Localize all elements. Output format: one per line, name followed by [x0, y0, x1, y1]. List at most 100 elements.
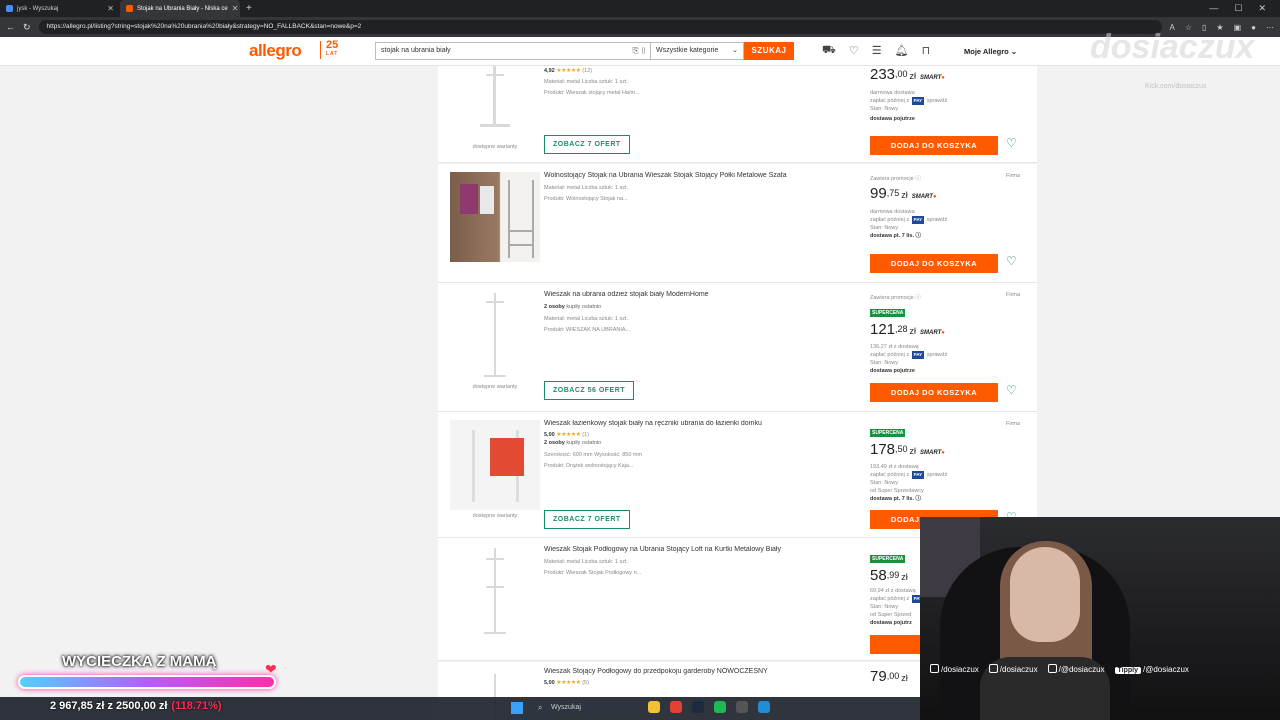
windows-start-icon[interactable]	[511, 702, 523, 714]
account-menu[interactable]: Moje Allegro ⌄	[964, 47, 1017, 56]
notifications-bell-icon[interactable]: 🔔︎	[895, 44, 909, 58]
offer-product[interactable]: Produkt: Wieszak stojący metal Ha/m...	[544, 90, 640, 96]
rating: 4,92 ★★★★★ (12)	[544, 68, 592, 74]
search-value: stojak na ubrania biały	[381, 47, 451, 54]
pay-icon: PAY	[911, 471, 925, 479]
browser-tab-bar: jysk - Wyszukaj ✕ Stojak na Ubrania Biał…	[0, 0, 1280, 17]
delivery-icon[interactable]: ⛟	[822, 44, 836, 58]
pay-later: zapłać później z PAY sprawdź	[870, 97, 948, 105]
offer-params: Materiał: metal Liczba sztuk: 1 szt.	[544, 79, 629, 85]
steam-app-icon[interactable]	[692, 701, 704, 713]
messages-icon[interactable]: ☰	[872, 44, 882, 58]
new-tab-icon[interactable]: +	[246, 3, 252, 14]
search-input[interactable]: stojak na ubrania biały ⎘ ⌷	[375, 42, 651, 60]
category-select[interactable]: Wszystkie kategorie ⌄	[651, 42, 744, 60]
offer-product[interactable]: Produkt: Wolnostojący Stojak na...	[544, 196, 628, 202]
cart-icon[interactable]: ⊓	[922, 44, 931, 58]
offer-title[interactable]: Wolnostojący Stojak na Ubrania Wieszak S…	[544, 172, 844, 179]
see-offers-button[interactable]: ZOBACZ 7 OFERT	[544, 510, 630, 529]
add-to-cart-button[interactable]: DODAJ DO KOSZYKA	[870, 136, 998, 155]
youtube-handle: /@dosiaczux	[1047, 664, 1105, 674]
reload-icon[interactable]: ↻	[23, 22, 31, 33]
pay-icon: PAY	[911, 97, 925, 105]
tab-jysk[interactable]: jysk - Wyszukaj ✕	[0, 0, 120, 17]
url-field[interactable]: https://allegro.pl/listing?string=stojak…	[38, 20, 1162, 34]
offer-product[interactable]: Produkt: Wieszak Stojak Podłogowy n...	[544, 570, 641, 576]
stars-icon: ★★★★★	[556, 680, 581, 686]
watch-heart-icon[interactable]: ♡	[1006, 383, 1017, 397]
add-to-cart-button[interactable]: DODAJ DO KOSZYKA	[870, 254, 998, 273]
offer-image[interactable]	[450, 546, 540, 636]
more-icon[interactable]: ⋯	[1266, 23, 1274, 32]
back-icon[interactable]: ←	[6, 22, 15, 32]
variants-label: dostępne warianty	[472, 144, 518, 150]
rating: 5,00 ★★★★★ (1)	[544, 432, 589, 438]
account-label: Moje Allegro	[964, 47, 1009, 56]
taskbar-search[interactable]: ⌕ Wyszukaj	[531, 700, 641, 716]
explorer-app-icon[interactable]	[648, 701, 660, 713]
close-tab-icon[interactable]: ✕	[232, 4, 239, 13]
tiktok-icon	[988, 664, 998, 673]
offer-card[interactable]: dostępne warianty 4,92 ★★★★★ (12) Materi…	[438, 66, 1037, 163]
recently-bought: 2 osoby kupiły ostatnio	[544, 440, 602, 446]
offer-price: 121,28 zł SMART●	[870, 321, 945, 338]
watchlist-heart-icon[interactable]: ♡	[849, 44, 859, 58]
camera-icon[interactable]: ⌷	[641, 46, 646, 55]
condition: Stan: Nowy	[870, 360, 899, 366]
delivery-date: dostawa pojutrze	[870, 368, 915, 374]
offer-product[interactable]: Produkt: WIESZAK NA UBRANIA...	[544, 327, 630, 333]
offer-title[interactable]: Wieszak Stojak Podłogowy na Ubrania Stoj…	[544, 546, 844, 553]
search-button[interactable]: SZUKAJ	[744, 42, 794, 60]
maximize-icon[interactable]: ☐	[1234, 3, 1242, 14]
history-icon[interactable]: ⎘	[633, 46, 639, 55]
address-bar: ← ↻ https://allegro.pl/listing?string=st…	[0, 17, 1280, 37]
supercena-badge: SUPERCENA	[870, 309, 906, 317]
pay-later: zapłać później z PAY sprawdź	[870, 471, 948, 479]
add-to-cart-button[interactable]: DODAJ DO KOSZYKA	[870, 383, 998, 402]
offer-image[interactable]: dostępne warianty	[450, 66, 540, 150]
obs-app-icon[interactable]	[736, 701, 748, 713]
streamer-watermark: dosiaczux	[1090, 28, 1255, 66]
offer-title[interactable]: Wieszak na ubrania odzież stojak biały M…	[544, 291, 844, 298]
chrome-app-icon[interactable]	[670, 701, 682, 713]
streamer-face	[1010, 547, 1080, 642]
offer-image[interactable]: dostępne warianty	[450, 420, 540, 519]
watch-heart-icon[interactable]: ♡	[1006, 136, 1017, 150]
goal-progress-bar	[18, 675, 276, 689]
tab-favicon-icon	[6, 5, 13, 12]
see-offers-button[interactable]: ZOBACZ 7 OFERT	[544, 135, 630, 154]
search-icon: ⌕	[538, 703, 543, 712]
edge-app-icon[interactable]	[758, 701, 770, 713]
instagram-handle: /dosiaczux	[930, 664, 979, 674]
minimize-icon[interactable]: —	[1209, 3, 1218, 14]
chevron-down-icon: ⌄	[732, 47, 738, 54]
offer-title[interactable]: Wieszak Stojący Podłogowy do przedpokoju…	[544, 668, 844, 675]
pay-later: zapłać później z PAY sprawdź	[870, 351, 948, 359]
offer-title[interactable]: Wieszak łazienkowy stojak biały na ręczn…	[544, 420, 844, 427]
allegro-logo[interactable]: allegro	[249, 41, 302, 61]
supercena-badge: SUPERCENA	[870, 555, 906, 563]
offer-image[interactable]: dostępne warianty	[450, 291, 540, 390]
spotify-app-icon[interactable]	[714, 701, 726, 713]
offer-price: 233,00 zł SMART●	[870, 66, 945, 83]
close-tab-icon[interactable]: ✕	[107, 4, 114, 13]
see-offers-button[interactable]: ZOBACZ 56 OFERT	[544, 381, 635, 400]
condition: Stan: Nowy	[870, 480, 899, 486]
smart-icon: ●	[941, 75, 945, 81]
offer-card[interactable]: Wolnostojący Stojak na Ubrania Wieszak S…	[438, 164, 1037, 283]
tab-label: jysk - Wyszukaj	[17, 5, 59, 12]
pay-icon: PAY	[911, 351, 925, 359]
recently-bought: 2 osoby kupiły ostatnio	[544, 304, 602, 310]
offer-card[interactable]: dostępne warianty Wieszak na ubrania odz…	[438, 283, 1037, 412]
tipply-handle: Tipply/@dosiaczux	[1114, 665, 1189, 674]
offer-params: Szerokość: 600 mm Wysokość: 850 mm	[544, 452, 643, 458]
goal-amount: 2 967,85 zł z 2500,00 zł (118.71%)	[50, 700, 222, 712]
tiktok-handle: /dosiaczux	[988, 664, 1038, 674]
watch-heart-icon[interactable]: ♡	[1006, 254, 1017, 268]
tab-allegro[interactable]: Stojak na Ubrania Biały - Niska ce ✕	[120, 0, 240, 17]
close-window-icon[interactable]: ✕	[1258, 3, 1266, 14]
condition: Stan: Nowy	[870, 106, 899, 112]
supercena-badge: SUPERCENA	[870, 429, 906, 437]
offer-image[interactable]	[450, 172, 540, 262]
offer-product[interactable]: Produkt: Drążek wolnostojący Kaja...	[544, 463, 634, 469]
